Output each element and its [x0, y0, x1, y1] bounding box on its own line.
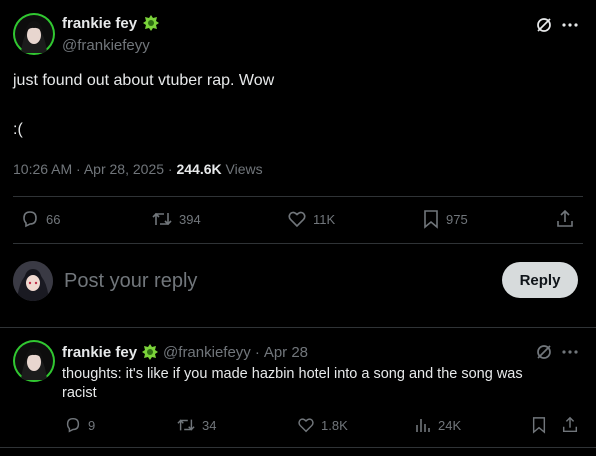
bookmark-count: 975 [446, 211, 468, 227]
meta-separator: · [254, 343, 260, 361]
reply-text-line2: racist [62, 385, 97, 401]
repost-icon [152, 212, 172, 226]
views-chart-icon [416, 419, 430, 432]
grok-icon[interactable] [535, 343, 553, 361]
more-options-icon[interactable] [561, 17, 579, 33]
views-count: 244.6K [176, 161, 222, 177]
post-meta: 10:26 AM · Apr 28, 2025 · 244.6K Views [13, 161, 263, 177]
reply-like-count: 1.8K [321, 417, 348, 433]
bookmark-action[interactable]: 975 [422, 209, 468, 229]
post-text-line2: :( [13, 121, 23, 138]
reply-repost-action[interactable]: 34 [176, 416, 216, 434]
reply-reply-action[interactable]: 9 [64, 416, 95, 434]
reply-icon [23, 211, 37, 228]
repost-count: 394 [179, 211, 201, 227]
like-action[interactable]: 11K [287, 209, 335, 229]
reply-date[interactable]: Apr 28 [264, 344, 308, 361]
author-name[interactable]: frankie fey [62, 15, 137, 32]
heart-icon [298, 418, 314, 433]
meta-separator: · [167, 161, 173, 177]
share-icon[interactable] [555, 209, 575, 229]
reply-icon [66, 417, 80, 433]
reply-views-action[interactable]: 24K [414, 416, 461, 434]
post-time[interactable]: 10:26 AM [13, 161, 72, 177]
reply-action[interactable]: 66 [20, 209, 60, 229]
post-date[interactable]: Apr 28, 2025 [84, 161, 164, 177]
repost-action[interactable]: 394 [151, 209, 201, 229]
reply-header: frankie fey @frankiefeyy · Apr 28 [62, 343, 308, 361]
post-text-line1: just found out about vtuber rap. Wow [13, 72, 275, 89]
views-label: Views [225, 161, 263, 177]
reply-author-avatar[interactable] [13, 340, 55, 382]
reply-button[interactable]: Reply [502, 262, 578, 298]
reply-like-action[interactable]: 1.8K [297, 416, 348, 434]
author-avatar[interactable] [13, 13, 55, 55]
bookmark-icon [424, 210, 438, 229]
user-avatar[interactable] [13, 261, 53, 301]
divider [0, 447, 596, 448]
verified-badge-icon [142, 14, 160, 37]
more-options-icon[interactable] [561, 344, 579, 360]
reply-reply-count: 9 [88, 417, 96, 433]
like-count: 11K [313, 211, 336, 227]
reply-count: 66 [46, 211, 61, 227]
heart-icon [288, 211, 306, 228]
repost-icon [177, 419, 195, 431]
divider [0, 327, 596, 328]
author-handle[interactable]: @frankiefeyy [62, 37, 150, 54]
share-icon[interactable] [561, 416, 579, 434]
verified-badge-icon [142, 344, 159, 360]
bookmark-icon[interactable] [531, 416, 547, 434]
meta-separator: · [76, 161, 81, 177]
reply-input[interactable] [64, 266, 484, 296]
divider [13, 243, 583, 244]
grok-icon[interactable] [535, 16, 553, 34]
reply-views-count: 24K [438, 417, 462, 433]
divider [13, 196, 583, 197]
reply-author-name[interactable]: frankie fey [62, 344, 137, 361]
reply-author-handle[interactable]: @frankiefeyy [163, 344, 251, 361]
reply-repost-count: 34 [202, 417, 217, 433]
reply-text-line1: thoughts: it's like if you made hazbin h… [62, 366, 523, 382]
